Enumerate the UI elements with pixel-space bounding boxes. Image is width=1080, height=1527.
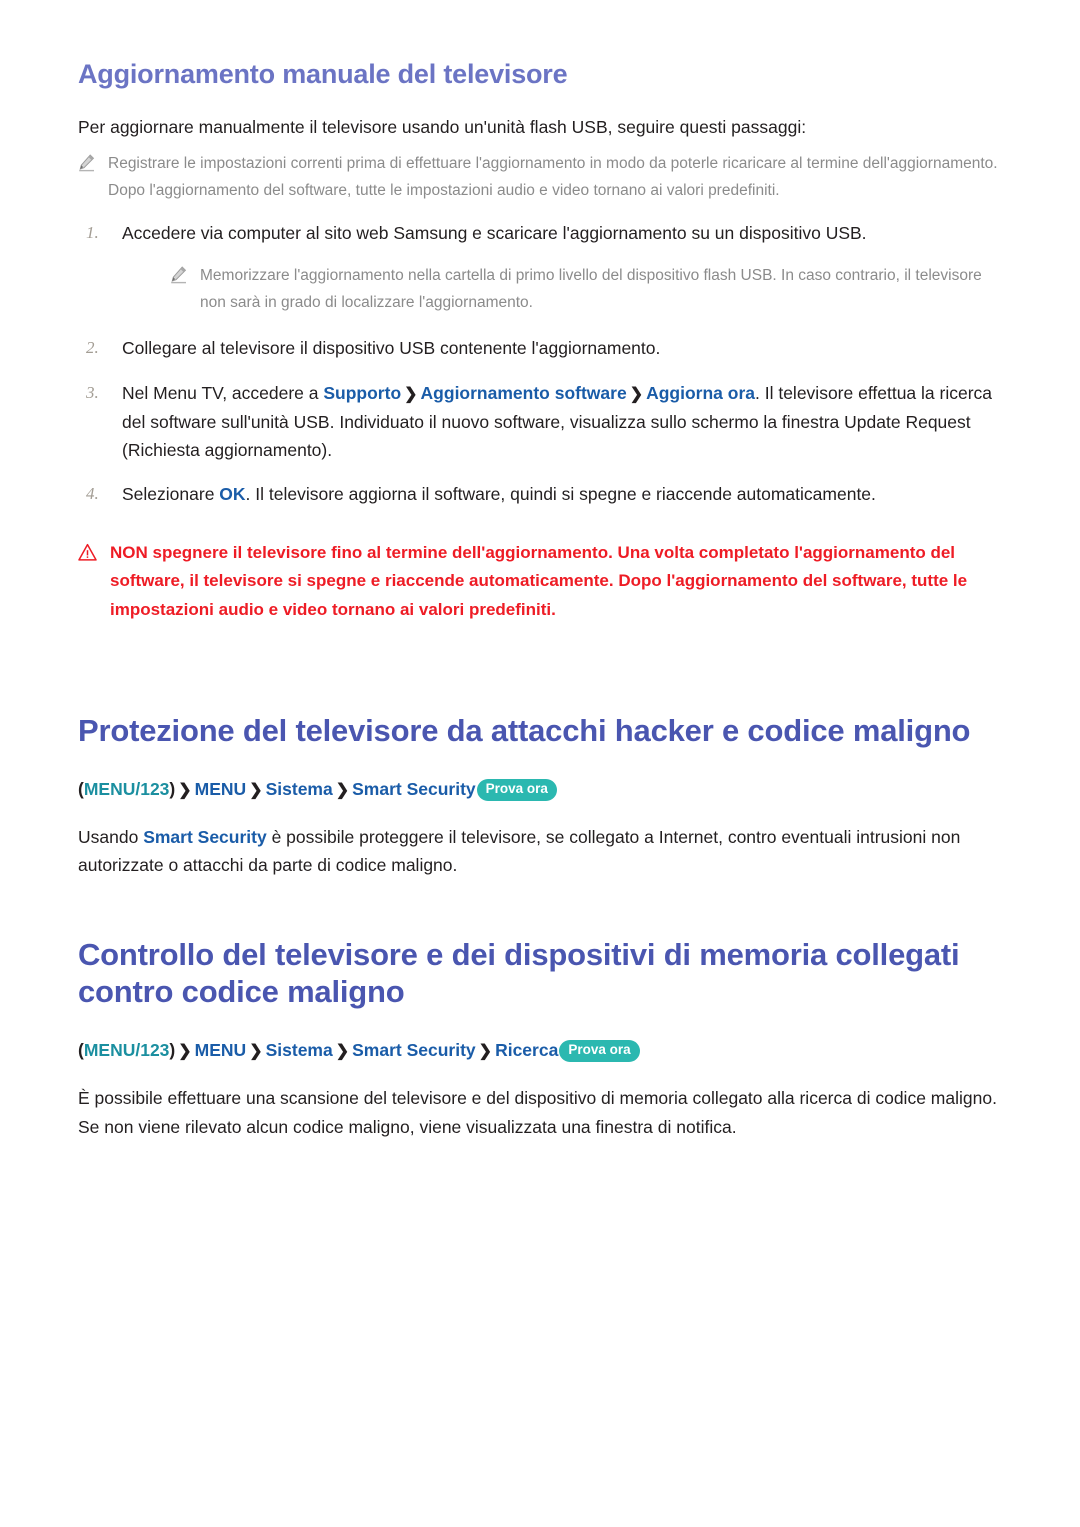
chevron-right-icon: ❯ <box>478 1043 493 1061</box>
chevron-right-icon: ❯ <box>249 1043 263 1061</box>
warning-do-not-power-off: NON spegnere il televisore fino al termi… <box>78 539 1008 625</box>
chevron-right-icon: ❯ <box>249 781 263 799</box>
breadcrumb-item-smart-security[interactable]: Smart Security <box>352 779 476 799</box>
note-save-settings: Registrare le impostazioni correnti prim… <box>78 151 1008 204</box>
chevron-right-icon: ❯ <box>178 1043 192 1061</box>
manual-update-steps: 1. Accedere via computer al sito web Sam… <box>78 219 1008 509</box>
breadcrumb-item-menu[interactable]: MENU <box>195 779 247 799</box>
scan-body: È possibile effettuare una scansione del… <box>78 1088 997 1137</box>
breadcrumb-item-ricerca[interactable]: Ricerca <box>495 1040 558 1060</box>
step-item-3: 3. Nel Menu TV, accedere a Supporto ❯ Aggi… <box>78 379 1008 465</box>
note-store-in-root: Memorizzare l'aggiornamento nella cartel… <box>170 263 1008 316</box>
breadcrumb-item-menu[interactable]: MENU <box>195 1040 247 1060</box>
chevron-right-icon: ❯ <box>404 385 418 403</box>
step-number-3: 3. <box>86 382 99 402</box>
step-4-prefix: Selezionare <box>122 484 220 505</box>
try-now-badge[interactable]: Prova ora <box>559 1040 640 1063</box>
chevron-right-icon: ❯ <box>629 385 644 403</box>
step-text-2: Collegare al televisore il dispositivo U… <box>122 338 661 359</box>
step-number-2: 2. <box>86 338 99 358</box>
step-4-suffix: . Il televisore aggiorna il software, qu… <box>245 484 876 505</box>
warning-triangle-icon <box>78 543 97 562</box>
step-item-4: 4. Selezionare OK. Il televisore aggiorn… <box>78 480 1008 508</box>
pencil-icon <box>170 266 187 285</box>
breadcrumb-item-sistema[interactable]: Sistema <box>266 779 333 799</box>
menu-link-supporto[interactable]: Supporto <box>323 383 401 403</box>
breadcrumb-protection: (MENU/123) ❯ MENU ❯ Sistema ❯ Smart Security Pr… <box>78 776 1008 803</box>
breadcrumb-scan: (MENU/123) ❯ MENU ❯ Sistema ❯ Smart Security ❯ R… <box>78 1037 1008 1064</box>
breadcrumb-item-sistema[interactable]: Sistema <box>266 1040 333 1060</box>
warning-text: NON spegnere il televisore fino al termi… <box>110 542 968 619</box>
step-item-2: 2. Collegare al televisore il dispositiv… <box>78 334 1008 362</box>
menu-link-aggiornamento-software[interactable]: Aggiornamento software <box>421 383 627 403</box>
try-now-badge[interactable]: Prova ora <box>476 778 557 801</box>
step-text-3: Nel Menu TV, accedere a Supporto ❯ Aggiorn… <box>122 379 1008 465</box>
step-number-1: 1. <box>86 222 99 242</box>
note-store-in-root-text: Memorizzare l'aggiornamento nella cartel… <box>200 266 982 311</box>
breadcrumb-menu123[interactable]: MENU/123 <box>84 1040 170 1060</box>
page-title-manual-update: Aggiornamento manuale del televisore <box>78 59 568 89</box>
protection-body-prefix: Usando <box>78 826 144 847</box>
step-text-1: Accedere via computer al sito web Samsun… <box>122 222 867 243</box>
manual-update-intro: Per aggiornare manualmente il televisore… <box>78 116 807 137</box>
inline-link-smart-security[interactable]: Smart Security <box>143 827 267 847</box>
step-number-4: 4. <box>86 484 99 504</box>
note-save-settings-text: Registrare le impostazioni correnti prim… <box>108 155 998 199</box>
breadcrumb-item-smart-security[interactable]: Smart Security <box>352 1040 476 1060</box>
breadcrumb-menu123[interactable]: MENU/123 <box>84 779 170 799</box>
document-page: Aggiornamento manuale del televisore Per… <box>0 0 1080 1527</box>
chevron-right-icon: ❯ <box>335 781 350 799</box>
step-text-4: Selezionare OK. Il televisore aggiorna i… <box>122 480 1008 508</box>
chevron-right-icon: ❯ <box>335 1043 350 1061</box>
menu-link-ok[interactable]: OK <box>219 484 245 504</box>
page-title-protection: Protezione del televisore da attacchi ha… <box>78 713 971 749</box>
step-item-1: 1. Accedere via computer al sito web Sam… <box>78 219 1008 317</box>
step-3-prefix: Nel Menu TV, accedere a <box>122 382 324 403</box>
menu-link-aggiorna-ora[interactable]: Aggiorna ora <box>646 383 755 403</box>
page-title-scan: Controllo del televisore e dei dispositi… <box>78 936 960 1010</box>
chevron-right-icon: ❯ <box>178 781 192 799</box>
pencil-icon <box>78 154 95 173</box>
protection-body: Usando Smart Security è possibile proteg… <box>78 823 1008 880</box>
